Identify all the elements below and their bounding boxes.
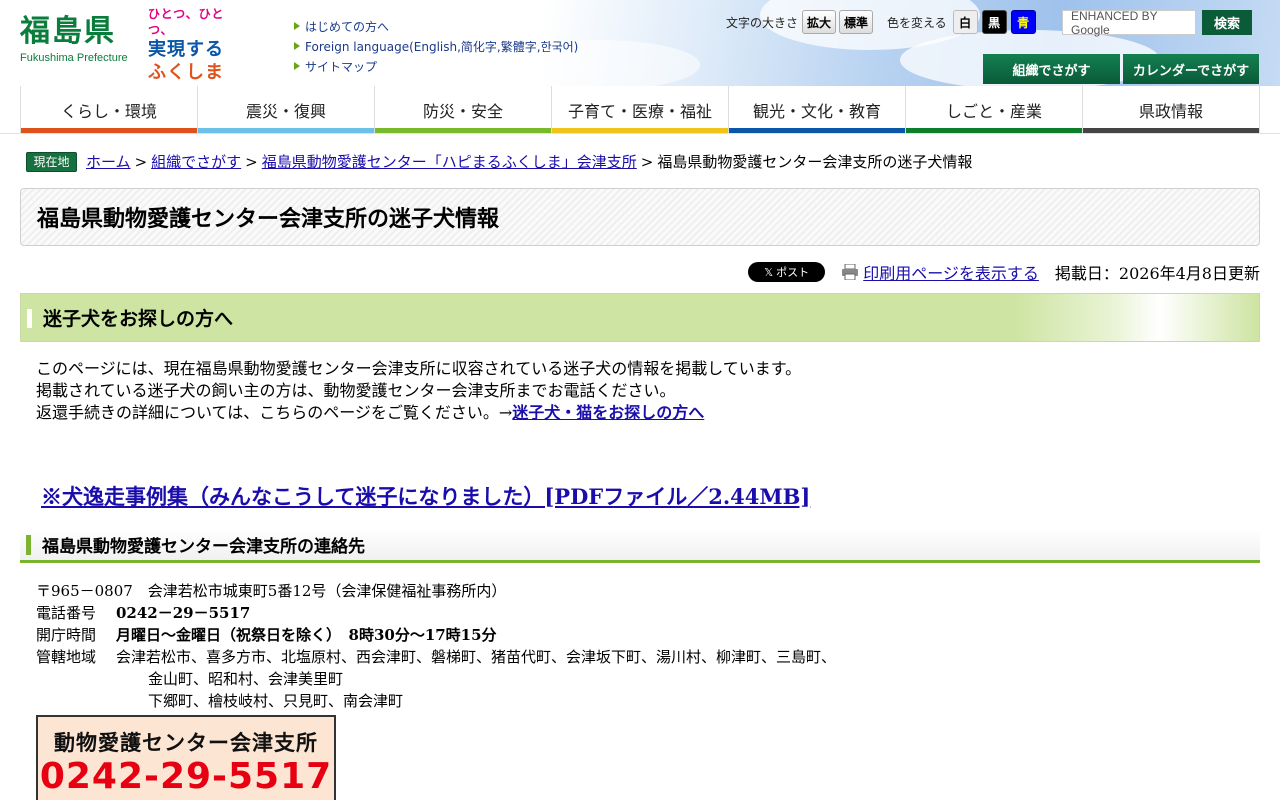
slogan-line-2: 実現する	[148, 39, 224, 60]
link-foreign-language[interactable]: Foreign language(English,简化字,繁體字,한국어)	[294, 36, 578, 56]
nav-item-5[interactable]: 観光・文化・教育	[728, 86, 905, 133]
hours-label: 開庁時間	[36, 626, 97, 644]
nav-item-2[interactable]: 震災・復興	[197, 86, 374, 133]
search-button[interactable]: 検索	[1202, 10, 1252, 35]
search-input[interactable]: ENHANCED BY Google	[1062, 9, 1196, 37]
area-label: 管轄地域	[36, 648, 97, 666]
nav-item-label: 防災・安全	[422, 101, 503, 121]
accessibility-tools: 文字の大きさ 拡大 標準 色を変える 白 黒 青	[726, 10, 1040, 34]
intro-line-3: 返還手続きの詳細については、こちらのページをご覧ください。→迷子犬・猫をお探しの…	[36, 403, 705, 422]
pdf-case-study-link[interactable]: ※犬逸走事例集（みんなこうして迷子になりました）[PDFファイル／2.44MB]	[41, 481, 810, 511]
site-logo[interactable]: 福島県 Fukushima Prefecture	[20, 14, 128, 64]
breadcrumb-separator: >	[640, 152, 654, 171]
font-size-large-button[interactable]: 拡大	[802, 10, 837, 34]
breadcrumb-separator: >	[245, 152, 258, 171]
updated-date: 掲載日：2026年4月8日更新	[1054, 264, 1260, 283]
color-blue-button[interactable]: 青	[1010, 10, 1036, 34]
area-line-3: 下郷町、檜枝岐村、只見町、南会津町	[148, 692, 404, 710]
hours-value: 月曜日～金曜日（祝祭日を除く） 8時30分～17時15分	[116, 626, 497, 644]
link-first-time[interactable]: はじめての方へ	[294, 16, 578, 36]
meta-row: 𝕏 ポスト 印刷用ページを表示する 掲載日：2026年4月8日更新	[748, 260, 1260, 284]
x-post-button[interactable]: 𝕏 ポスト	[748, 262, 826, 282]
contact-info: 〒965－0807 会津若松市城東町5番12号（会津保健福祉事務所内） 電話番号…	[36, 580, 836, 712]
nav-item-label: 震災・復興	[245, 101, 326, 121]
intro-text: このページには、現在福島県動物愛護センター会津支所に収容されている迷子犬の情報を…	[36, 358, 801, 424]
header-links: はじめての方へ Foreign language(English,简化字,繁體字…	[294, 16, 578, 76]
intro-line-1: このページには、現在福島県動物愛護センター会津支所に収容されている迷子犬の情報を…	[36, 359, 802, 378]
breadcrumb-separator: >	[134, 152, 148, 171]
breadcrumb-badge: 現在地	[26, 151, 77, 172]
phone-banner-title: 動物愛護センター会津支所	[54, 731, 318, 755]
area-line-1: 会津若松市、喜多方市、北塩原村、西会津町、磐梯町、猪苗代町、会津坂下町、湯川村、…	[116, 648, 837, 666]
tel-label: 電話番号	[36, 604, 97, 622]
color-label: 色を変える	[887, 15, 947, 30]
arrow-icon	[294, 22, 300, 30]
tel-value: 0242－29－5517	[116, 604, 251, 622]
arrow-icon	[294, 42, 300, 50]
logo-subtitle: Fukushima Prefecture	[20, 52, 128, 64]
nav-item-4[interactable]: 子育て・医療・福祉	[551, 86, 728, 133]
nav-item-6[interactable]: しごと・産業	[905, 86, 1082, 133]
area-line-2: 金山町、昭和村、会津美里町	[148, 670, 344, 688]
nav-item-label: 観光・文化・教育	[752, 101, 881, 121]
site-header: 福島県 Fukushima Prefecture ひとつ、ひとつ、 実現する ふ…	[0, 0, 1280, 90]
breadcrumb-home[interactable]: ホーム	[86, 151, 131, 172]
nav-item-label: くらし・環境	[60, 101, 157, 121]
contact-area-row: 管轄地域 会津若松市、喜多方市、北塩原村、西会津町、磐梯町、猪苗代町、会津坂下町…	[36, 646, 836, 668]
lost-pets-link[interactable]: 迷子犬・猫をお探しの方へ	[512, 403, 704, 422]
slogan-logo: ひとつ、ひとつ、 実現する ふくしま	[148, 6, 248, 83]
slogan-line-3: ふくしま	[148, 62, 224, 83]
nav-divider	[0, 133, 1280, 134]
phone-banner-image: 動物愛護センター会津支所 0242-29-5517	[36, 715, 336, 800]
nav-item-label: 県政情報	[1138, 101, 1203, 121]
contact-address: 〒965－0807 会津若松市城東町5番12号（会津保健福祉事務所内）	[36, 582, 507, 600]
print-page-link[interactable]: 印刷用ページを表示する	[863, 260, 1039, 284]
breadcrumb-org-search[interactable]: 組織でさがす	[151, 151, 241, 172]
contact-heading: 福島県動物愛護センター会津支所の連絡先	[20, 529, 1260, 563]
contact-heading-text: 福島県動物愛護センター会津支所の連絡先	[42, 537, 365, 557]
nav-item-3[interactable]: 防災・安全	[374, 86, 551, 133]
breadcrumb-current: 福島県動物愛護センター会津支所の迷子犬情報	[657, 153, 973, 171]
slogan-line-1: ひとつ、ひとつ、	[148, 7, 225, 37]
section-heading-lost-dogs: 迷子犬をお探しの方へ	[20, 293, 1260, 342]
color-white-button[interactable]: 白	[952, 10, 978, 34]
breadcrumb-aizu-branch[interactable]: 福島県動物愛護センター「ハピまるふくしま」会津支所	[262, 151, 637, 172]
page-title: 福島県動物愛護センター会津支所の迷子犬情報	[37, 206, 500, 232]
color-black-button[interactable]: 黒	[981, 10, 1007, 34]
font-size-label: 文字の大きさ	[726, 15, 799, 30]
nav-item-7[interactable]: 県政情報	[1082, 86, 1260, 133]
arrow-icon	[294, 62, 300, 70]
link-sitemap[interactable]: サイトマップ	[294, 56, 578, 76]
global-nav: くらし・環境 震災・復興 防災・安全 子育て・医療・福祉 観光・文化・教育 しごと・産業 県…	[20, 86, 1260, 133]
contact-tel-row: 電話番号 0242－29－5517	[36, 602, 836, 624]
contact-hours-row: 開庁時間 月曜日～金曜日（祝祭日を除く） 8時30分～17時15分	[36, 624, 836, 646]
printer-icon	[841, 263, 859, 281]
phone-banner-number: 0242-29-5517	[39, 756, 333, 797]
breadcrumb: 現在地 ホーム > 組織でさがす > 福島県動物愛護センター「ハピまるふくしま」…	[26, 151, 972, 172]
intro-line-2: 掲載されている迷子犬の飼い主の方は、動物愛護センター会津支所までお電話ください。	[36, 381, 676, 400]
logo-title: 福島県	[20, 14, 116, 49]
font-size-standard-button[interactable]: 標準	[839, 10, 874, 34]
page-title-box: 福島県動物愛護センター会津支所の迷子犬情報	[20, 188, 1260, 246]
calendar-search-button[interactable]: カレンダーでさがす	[1123, 54, 1259, 84]
nav-item-label: しごと・産業	[945, 101, 1042, 121]
org-search-button[interactable]: 組織でさがす	[983, 54, 1120, 84]
nav-item-1[interactable]: くらし・環境	[20, 86, 197, 133]
nav-item-label: 子育て・医療・福祉	[567, 101, 712, 121]
section-heading-text: 迷子犬をお探しの方へ	[43, 308, 234, 330]
